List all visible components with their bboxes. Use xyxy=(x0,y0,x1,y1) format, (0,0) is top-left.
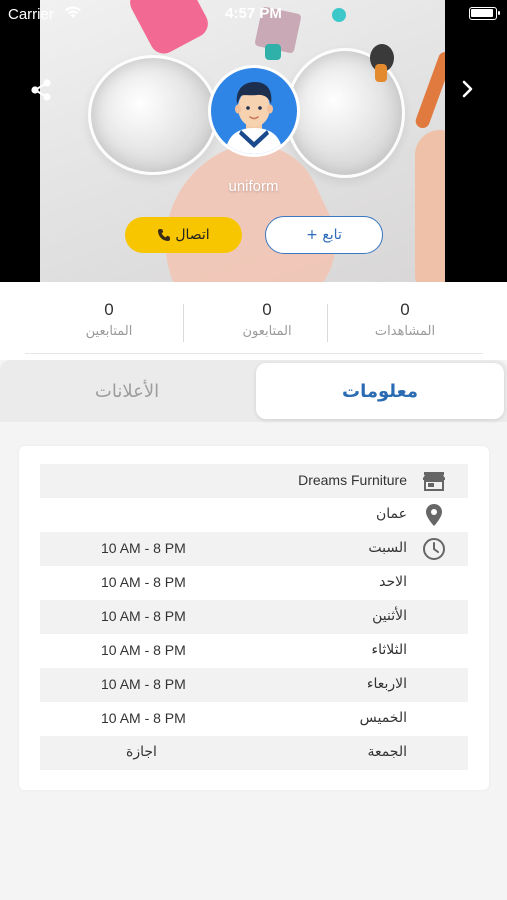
schedule-hours: 10 AM - 8 PM xyxy=(101,540,186,556)
clock-time: 4:57 PM xyxy=(225,5,282,22)
schedule-hours: 10 AM - 8 PM xyxy=(101,574,186,590)
schedule-row: السبت 10 AM - 8 PM xyxy=(40,532,468,566)
stat-value: 0 xyxy=(400,300,410,319)
cover-hand xyxy=(415,130,445,282)
schedule-day: الأثنين xyxy=(372,608,407,624)
schedule-hours: اجازة xyxy=(126,744,157,760)
schedule-day: الاحد xyxy=(379,574,407,590)
tab-ads[interactable]: الأعلانات xyxy=(0,363,254,419)
tab-info[interactable]: معلومات xyxy=(256,363,504,419)
avatar[interactable] xyxy=(208,65,300,157)
clock-icon xyxy=(423,538,445,560)
stat-followers: 0 المتابعون xyxy=(192,300,342,339)
cover-toy xyxy=(265,44,281,60)
schedule-row: الثلاثاء 10 AM - 8 PM xyxy=(40,634,468,668)
cover-toy xyxy=(375,64,387,82)
schedule-row: الجمعة اجازة xyxy=(40,736,468,770)
follow-button[interactable]: + تابع xyxy=(265,216,383,254)
schedule-day: الثلاثاء xyxy=(371,642,407,658)
battery-icon xyxy=(469,7,500,20)
call-button[interactable]: اتصال xyxy=(125,217,242,253)
schedule-day: الاربعاء xyxy=(366,676,407,692)
schedule-row: الأثنين 10 AM - 8 PM xyxy=(40,600,468,634)
profile-stats: 0 المشاهدات 0 المتابعون 0 المتابعين xyxy=(0,282,507,360)
stat-label: المتابعون xyxy=(242,324,292,339)
cover-leaf xyxy=(413,50,445,130)
schedule-day: الخميس xyxy=(359,710,407,726)
cover-bowl xyxy=(88,55,218,175)
schedule-row: الخميس 10 AM - 8 PM xyxy=(40,702,468,736)
stat-label: المتابعين xyxy=(85,324,133,339)
stat-views: 0 المشاهدات xyxy=(330,300,480,339)
schedule-hours: 10 AM - 8 PM xyxy=(101,710,186,726)
schedule-row: الاربعاء 10 AM - 8 PM xyxy=(40,668,468,702)
avatar-image xyxy=(211,68,297,154)
location-row: عمان xyxy=(40,498,468,532)
share-icon[interactable] xyxy=(28,77,54,103)
stat-value: 0 xyxy=(104,300,114,319)
schedule-hours: 10 AM - 8 PM xyxy=(101,608,186,624)
schedule-hours: 10 AM - 8 PM xyxy=(101,642,186,658)
user-avatar-icon xyxy=(225,82,283,154)
schedule-day: الجمعة xyxy=(367,744,407,760)
divider xyxy=(25,353,483,354)
schedule-row: الاحد 10 AM - 8 PM xyxy=(40,566,468,600)
schedule-hours: 10 AM - 8 PM xyxy=(101,676,186,692)
store-name-row: Dreams Furniture xyxy=(40,464,468,498)
stat-label: المشاهدات xyxy=(374,324,436,339)
stat-following: 0 المتابعين xyxy=(34,300,184,339)
profile-username: uniform xyxy=(228,178,279,195)
location-pin-icon xyxy=(426,504,442,526)
call-button-label: اتصال xyxy=(175,227,210,243)
stat-value: 0 xyxy=(262,300,272,319)
store-info-card: Dreams Furniture عمان السبت 10 AM - 8 PM… xyxy=(19,446,489,790)
follow-button-label: + تابع xyxy=(306,227,342,243)
store-name: Dreams Furniture xyxy=(298,472,407,488)
phone-icon xyxy=(158,229,171,241)
schedule-day: السبت xyxy=(368,540,407,556)
profile-header: Carrier 4:57 PM uniform اتصال + تابع xyxy=(0,0,507,282)
chevron-right-icon[interactable] xyxy=(455,76,479,102)
profile-tabs: الأعلانات معلومات xyxy=(0,360,507,422)
location-value: عمان xyxy=(376,506,407,522)
status-bar: Carrier 4:57 PM xyxy=(0,0,507,28)
store-icon xyxy=(423,472,445,491)
